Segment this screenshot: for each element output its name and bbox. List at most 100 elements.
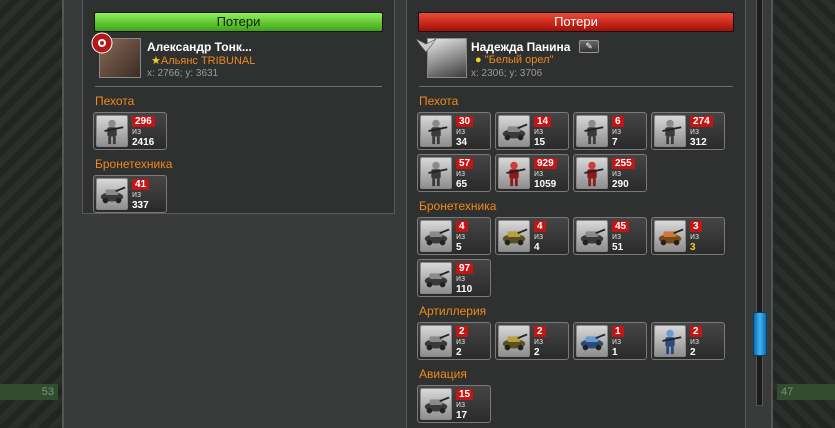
total-count: 337 — [132, 200, 149, 211]
unit-card[interactable]: 929 из 1059 — [495, 154, 569, 192]
aircraft-icon — [424, 396, 450, 414]
crab-tank-icon — [658, 228, 684, 246]
rifleman-icon — [662, 119, 682, 145]
attacker-alliance[interactable]: ★Альянс TRIBUNAL — [151, 54, 255, 67]
unit-card[interactable]: 45 из 51 — [573, 217, 647, 255]
defender-unit-list: Пехота 30 из 34 14 из 15 6 из 7 274 из 312 57 из 65 929 и… — [407, 94, 745, 423]
unit-thumbnail — [654, 325, 686, 357]
unit-card[interactable]: 15 из 17 — [417, 385, 491, 423]
of-label: из — [132, 126, 142, 136]
unit-card[interactable]: 30 из 34 — [417, 112, 491, 150]
unit-card[interactable]: 57 из 65 — [417, 154, 491, 192]
of-label: из — [612, 231, 622, 241]
skull-icon: ● — [475, 54, 482, 66]
launcher-icon — [502, 333, 528, 351]
total-count: 7 — [612, 137, 618, 148]
of-label: из — [456, 336, 466, 346]
unit-card[interactable]: 14 из 15 — [495, 112, 569, 150]
of-label: из — [690, 126, 700, 136]
of-label: из — [456, 168, 466, 178]
unit-row: 57 из 65 929 из 1059 255 из 290 — [417, 154, 745, 192]
scrollbar-thumb[interactable] — [753, 312, 767, 356]
unit-thumbnail — [498, 325, 530, 357]
unit-thumbnail — [420, 115, 452, 147]
unit-thumbnail — [420, 388, 452, 420]
bike-icon — [424, 270, 450, 288]
attacker-unit-list: Пехота 296 из 2416 Бронетехника 41 из 337 — [83, 94, 394, 213]
unit-card[interactable]: 41 из 337 — [93, 175, 167, 213]
star-icon: ★ — [151, 55, 161, 67]
unit-card[interactable]: 3 из 3 — [651, 217, 725, 255]
battle-report-window: Потери Александр Тонк... ★Альянс TRIBUNA… — [62, 0, 773, 428]
of-label: из — [132, 189, 142, 199]
of-label: из — [456, 231, 466, 241]
attacker-panel: Потери Александр Тонк... ★Альянс TRIBUNA… — [82, 0, 395, 214]
category-title: Авиация — [419, 367, 467, 381]
category-title: Пехота — [95, 94, 135, 108]
unit-card[interactable]: 2 из 2 — [417, 322, 491, 360]
unit-card[interactable]: 274 из 312 — [651, 112, 725, 150]
heavy-soldier-icon — [428, 161, 448, 187]
attacker-name[interactable]: Александр Тонк... — [147, 40, 252, 54]
total-count: 15 — [534, 137, 546, 148]
unit-thumbnail — [96, 115, 128, 147]
defender-name[interactable]: Надежда Панина — [471, 40, 570, 54]
total-count: 3 — [690, 242, 696, 253]
blue-artillery-icon — [580, 333, 606, 351]
unit-card[interactable]: 255 из 290 — [573, 154, 647, 192]
of-label: из — [612, 126, 622, 136]
tank-icon — [502, 228, 528, 246]
total-count: 312 — [690, 137, 707, 148]
unit-thumbnail — [420, 157, 452, 189]
unit-row: 41 из 337 — [93, 175, 394, 213]
unit-card[interactable]: 6 из 7 — [573, 112, 647, 150]
unit-thumbnail — [498, 115, 530, 147]
left-corner-counter: 53 — [0, 384, 58, 400]
red-soldier-icon — [506, 161, 526, 187]
attacker-losses-header: Потери — [94, 12, 383, 32]
unit-card[interactable]: 2 из 2 — [651, 322, 725, 360]
unit-row: 97 из 110 — [417, 259, 745, 297]
unit-thumbnail — [654, 220, 686, 252]
of-label: из — [612, 336, 622, 346]
unit-card[interactable]: 4 из 4 — [495, 217, 569, 255]
divider — [95, 86, 382, 87]
unit-thumbnail — [420, 220, 452, 252]
unit-thumbnail — [420, 262, 452, 294]
total-count: 51 — [612, 242, 624, 253]
soldier-icon — [428, 119, 448, 145]
background-left — [0, 0, 62, 428]
unit-row: 296 из 2416 — [93, 112, 394, 150]
total-count: 2 — [690, 347, 696, 358]
alliance-label: "Белый орел" — [484, 54, 554, 66]
defender-alliance[interactable]: ● "Белый орел" — [475, 54, 553, 66]
unit-card[interactable]: 296 из 2416 — [93, 112, 167, 150]
unit-card[interactable]: 2 из 2 — [495, 322, 569, 360]
of-label: из — [690, 336, 700, 346]
artillery-icon — [424, 333, 450, 351]
eagle-emblem-icon — [415, 38, 437, 53]
walker-icon — [580, 228, 606, 246]
buggy-icon — [424, 228, 450, 246]
unit-thumbnail — [420, 325, 452, 357]
pencil-icon: ✎ — [585, 41, 593, 51]
of-label: из — [456, 273, 466, 283]
unit-row: 2 из 2 2 из 2 1 из 1 2 из 2 — [417, 322, 745, 360]
defender-panel: Потери Надежда Панина ✎ ● "Белый орел" x… — [406, 0, 746, 428]
edit-button[interactable]: ✎ — [579, 40, 599, 53]
divider — [419, 86, 733, 87]
defender-coords[interactable]: x: 2306; y: 3706 — [471, 68, 542, 79]
category-title: Артиллерия — [419, 304, 487, 318]
unit-thumbnail — [654, 115, 686, 147]
unit-card[interactable]: 4 из 5 — [417, 217, 491, 255]
unit-thumbnail — [576, 157, 608, 189]
blue-mech-icon — [662, 329, 682, 355]
unit-card[interactable]: 97 из 110 — [417, 259, 491, 297]
crawler-icon — [502, 123, 528, 141]
background-right — [773, 0, 835, 428]
total-count: 2 — [456, 347, 462, 358]
unit-row: 15 из 17 — [417, 385, 745, 423]
unit-card[interactable]: 1 из 1 — [573, 322, 647, 360]
total-count: 65 — [456, 179, 468, 190]
attacker-coords[interactable]: x: 2766; y: 3631 — [147, 68, 218, 79]
